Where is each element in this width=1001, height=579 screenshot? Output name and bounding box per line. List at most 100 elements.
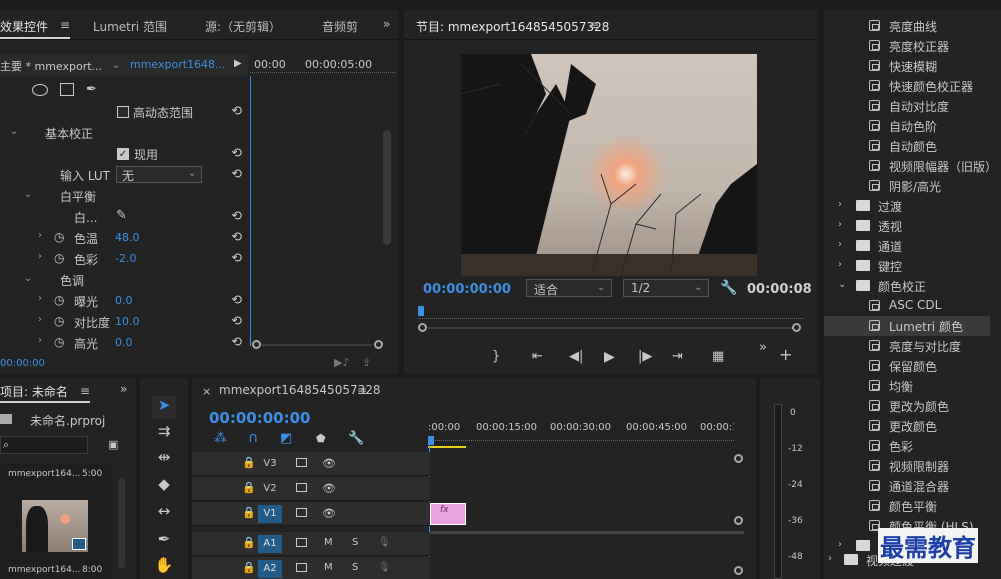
stopwatch-icon[interactable]: ◷: [54, 251, 64, 265]
project-title[interactable]: 项目: 未命名: [0, 383, 68, 400]
ec-playhead[interactable]: [250, 76, 251, 346]
play-icon[interactable]: ▶: [604, 349, 615, 365]
timeline-v-scrollbar[interactable]: [733, 454, 745, 575]
hand-tool[interactable]: ✋: [152, 556, 176, 578]
effect-item[interactable]: Lumetri 颜色: [824, 316, 990, 336]
program-title[interactable]: 节目: mmexport1648545057328: [416, 18, 609, 35]
track-v1[interactable]: 🔒 V1 👁: [192, 502, 430, 526]
linked-selection-icon[interactable]: ◩: [280, 431, 292, 446]
chevron-down-icon[interactable]: ⌄: [188, 168, 196, 179]
reset-icon[interactable]: ⟲: [231, 293, 242, 308]
chevron-right-icon[interactable]: ›: [838, 539, 842, 550]
go-to-out-icon[interactable]: ⇥: [672, 349, 683, 364]
effect-folder[interactable]: › 通道: [824, 236, 999, 256]
lock-icon[interactable]: 🔒: [242, 506, 256, 519]
program-video-frame[interactable]: [461, 54, 757, 276]
marker-icon[interactable]: ⬟: [316, 432, 326, 445]
slip-tool[interactable]: ↔: [152, 502, 176, 524]
effect-folder[interactable]: › 过渡: [824, 196, 999, 216]
timeline-clip-v1[interactable]: fx: [430, 503, 466, 525]
effect-item[interactable]: 亮度校正器: [824, 36, 999, 56]
program-zoom-bar[interactable]: [418, 322, 803, 334]
nest-icon[interactable]: ⁂: [214, 431, 227, 446]
effect-item[interactable]: 快速颜色校正器: [824, 76, 999, 96]
reset-icon[interactable]: ⟲: [231, 314, 242, 329]
program-scrubber[interactable]: [418, 306, 803, 322]
chevron-down-icon[interactable]: ⌄: [24, 273, 32, 284]
overflow-icon[interactable]: »: [759, 340, 767, 355]
mic-icon[interactable]: 🎙: [378, 537, 391, 548]
lock-icon[interactable]: 🔒: [242, 481, 256, 494]
rectangle-mask-icon[interactable]: [60, 83, 74, 96]
panel-menu-icon[interactable]: ≡: [357, 384, 367, 398]
timeline-ruler[interactable]: :00:00 00:00:15:00 00:00:30:00 00:00:45:…: [428, 418, 734, 448]
reset-icon[interactable]: ⟲: [231, 167, 242, 182]
project-scrollbar[interactable]: [118, 478, 125, 568]
razor-tool[interactable]: ◆: [152, 475, 176, 497]
sequence-clip-label[interactable]: mmexport1648...: [130, 58, 226, 71]
ec-ruler[interactable]: 00:00 00:00:05:00: [250, 54, 395, 76]
effect-item[interactable]: 保留颜色: [824, 356, 999, 376]
temperature-value[interactable]: 48.0: [115, 231, 140, 244]
overflow-icon[interactable]: »: [383, 17, 390, 31]
chevron-right-icon[interactable]: ›: [38, 230, 42, 241]
mark-out-icon[interactable]: }: [492, 349, 500, 364]
timeline-timecode[interactable]: 00:00:00:00: [209, 409, 311, 427]
chevron-right-icon[interactable]: ›: [38, 251, 42, 262]
export-frame-icon[interactable]: ▦: [712, 349, 724, 364]
applied-checkbox[interactable]: ✓: [117, 148, 129, 160]
tint-value[interactable]: -2.0: [115, 252, 136, 265]
ec-scrollbar[interactable]: [383, 130, 391, 245]
master-clip-label[interactable]: 主要 * mmexport...: [0, 58, 102, 74]
pen-tool[interactable]: ✒: [152, 530, 176, 552]
effect-item[interactable]: 自动色阶: [824, 116, 999, 136]
stopwatch-icon[interactable]: ◷: [54, 314, 64, 328]
add-button-icon[interactable]: +: [779, 345, 792, 364]
effect-item[interactable]: 颜色平衡: [824, 496, 999, 516]
stopwatch-icon[interactable]: ◷: [54, 335, 64, 349]
sync-icon[interactable]: [296, 483, 307, 492]
mute-button[interactable]: M: [324, 562, 333, 573]
effect-item[interactable]: ASC CDL: [824, 296, 999, 316]
eyedropper-icon[interactable]: ✎: [116, 208, 127, 223]
tone-row[interactable]: ⌄ 色调: [0, 270, 248, 290]
effect-folder[interactable]: ⌄ 颜色校正: [824, 276, 999, 296]
ec-timecode[interactable]: 00:00:00: [0, 358, 45, 369]
wrench-icon[interactable]: 🔧: [348, 431, 364, 446]
effect-item[interactable]: 均衡: [824, 376, 999, 396]
tab-source[interactable]: 源:（无剪辑）: [205, 18, 281, 35]
export-icon[interactable]: ⇪: [362, 356, 371, 369]
effect-item[interactable]: 通道混合器: [824, 476, 999, 496]
tab-audio[interactable]: 音频剪: [322, 18, 358, 35]
contrast-value[interactable]: 10.0: [115, 315, 140, 328]
chevron-right-icon[interactable]: ›: [38, 314, 42, 325]
sync-icon[interactable]: [296, 508, 307, 517]
eye-icon[interactable]: 👁: [322, 482, 336, 495]
eye-icon[interactable]: 👁: [322, 457, 336, 470]
filter-icon[interactable]: ▶♪: [334, 356, 349, 369]
ripple-edit-tool[interactable]: ⇹: [152, 448, 176, 470]
track-a2[interactable]: 🔒 A2 M S 🎙: [192, 557, 430, 579]
eye-icon[interactable]: 👁: [322, 507, 336, 520]
chevron-right-icon[interactable]: ›: [38, 335, 42, 346]
chevron-right-icon[interactable]: ›: [38, 293, 42, 304]
track-label[interactable]: V2: [258, 480, 282, 498]
close-icon[interactable]: ×: [202, 385, 211, 398]
panel-menu-icon[interactable]: ≡: [589, 18, 599, 32]
track-v3[interactable]: 🔒 V3 👁: [192, 452, 430, 476]
effect-item[interactable]: 更改颜色: [824, 416, 999, 436]
highlights-value[interactable]: 0.0: [115, 336, 133, 349]
track-divider[interactable]: [430, 531, 744, 534]
resolution-select[interactable]: 1/2 ⌄: [623, 279, 709, 297]
chevron-right-icon[interactable]: ›: [838, 239, 842, 250]
effect-item[interactable]: 视频限制器: [824, 456, 999, 476]
hdr-checkbox[interactable]: [117, 106, 129, 118]
effect-item[interactable]: 亮度曲线: [824, 16, 999, 36]
chevron-right-icon[interactable]: ›: [838, 199, 842, 210]
effect-item[interactable]: 快速模糊: [824, 56, 999, 76]
reset-icon[interactable]: ⟲: [231, 209, 242, 224]
track-select-tool[interactable]: ⇉: [152, 422, 176, 444]
mute-button[interactable]: M: [324, 537, 333, 548]
sync-icon[interactable]: [296, 563, 307, 572]
lock-icon[interactable]: 🔒: [242, 536, 256, 549]
